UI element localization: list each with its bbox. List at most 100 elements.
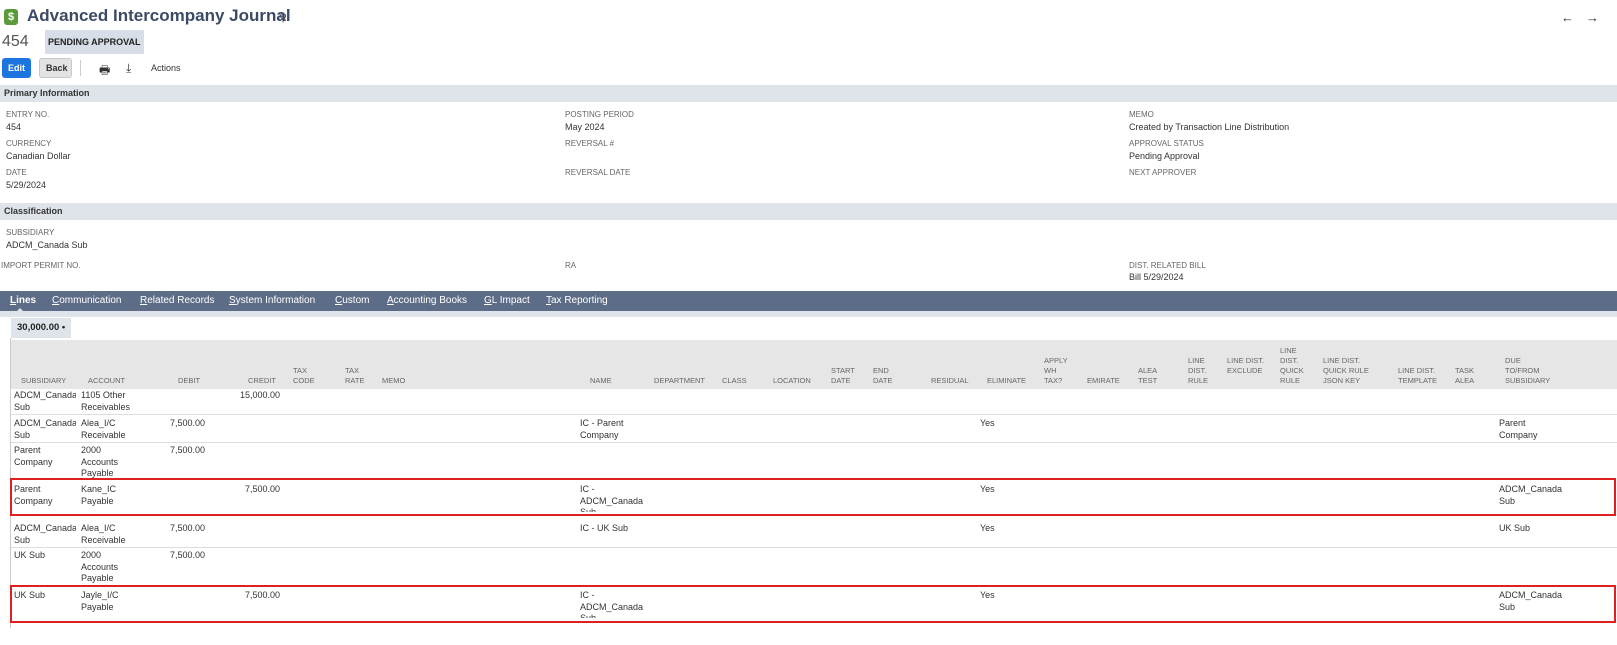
import-permit-label: IMPORT PERMIT NO. — [1, 261, 81, 270]
col-name[interactable]: NAME — [590, 376, 612, 386]
next-approver-label: NEXT APPROVER — [1129, 168, 1197, 177]
col-emirate[interactable]: EMIRATE — [1087, 376, 1120, 386]
tab-tax-reporting-label: ax Reporting — [551, 295, 608, 306]
col-eliminate[interactable]: ELIMINATE — [987, 376, 1026, 386]
col-line-dist-quick-rule[interactable]: LINE DIST. QUICK RULE — [1280, 346, 1310, 386]
approval-status-label: APPROVAL STATUS — [1129, 139, 1204, 148]
row-5-subsidiary: UK Sub — [14, 550, 46, 560]
export-icon[interactable]: ⤓ — [126, 61, 131, 76]
row-3-name[interactable]: IC - ADCM_Canada Sub — [580, 484, 644, 512]
col-apply-wh-tax[interactable]: APPLY WH TAX? — [1044, 356, 1070, 386]
row-1-subsidiary: ADCM_Canada Sub — [14, 418, 76, 440]
col-department[interactable]: DEPARTMENT — [654, 376, 705, 386]
col-memo[interactable]: MEMO — [382, 376, 405, 386]
row-4-subsidiary: ADCM_Canada Sub — [14, 523, 76, 545]
page-title: Advanced Intercompany Journal — [27, 6, 291, 25]
col-line-dist-rule[interactable]: LINE DIST. RULE — [1188, 356, 1214, 386]
row-4-due: UK Sub — [1499, 523, 1531, 533]
col-line-dist-template[interactable]: LINE DIST. TEMPLATE — [1398, 366, 1442, 386]
posting-period-label: POSTING PERIOD — [565, 110, 634, 119]
col-task-alea[interactable]: TASK ALEA — [1455, 366, 1481, 386]
subsidiary-label: SUBSIDIARY — [6, 228, 55, 237]
subtab-underbar — [0, 311, 1617, 317]
row-0-subsidiary: ADCM_Canada Sub — [14, 390, 76, 412]
col-credit[interactable]: CREDIT — [248, 376, 276, 386]
row-2-subsidiary: Parent Company — [14, 445, 53, 467]
record-type-icon: $ — [4, 9, 18, 25]
col-subsidiary[interactable]: SUBSIDIARY — [21, 376, 66, 386]
tab-related-records[interactable]: Related Records — [140, 295, 215, 306]
toolbar-divider — [80, 60, 81, 76]
row-5-debit: 7,500.00 — [169, 550, 205, 560]
entry-no-label: ENTRY NO. — [6, 110, 50, 119]
col-debit[interactable]: DEBIT — [178, 376, 200, 386]
row-5-account[interactable]: 2000 Accounts Payable — [81, 550, 125, 585]
row-3-account[interactable]: Kane_IC Payable — [81, 484, 121, 507]
classification-section[interactable]: Classification — [0, 203, 1617, 220]
entry-no-value: 454 — [6, 122, 22, 132]
currency-value: Canadian Dollar — [6, 151, 71, 161]
col-due-to-from-subsidiary[interactable]: DUE TO/FROM SUBSIDIARY — [1505, 356, 1555, 386]
tab-gl-impact[interactable]: GL Impact — [484, 295, 530, 306]
primary-info-section[interactable]: Primary Information — [0, 85, 1617, 102]
row-2-account[interactable]: 2000 Accounts Payable — [81, 445, 125, 478]
col-location[interactable]: LOCATION — [773, 376, 811, 386]
col-tax-rate[interactable]: TAX RATE — [345, 366, 369, 386]
edit-button[interactable]: Edit — [2, 58, 31, 78]
tab-tax-reporting[interactable]: Tax Reporting — [546, 295, 608, 306]
row-1-eliminate: Yes — [980, 418, 995, 428]
dist-related-bill-link[interactable]: Bill 5/29/2024 — [1129, 272, 1184, 282]
tab-system-information-mnemonic: S — [229, 295, 236, 306]
row-6-name[interactable]: IC - ADCM_Canada Sub — [580, 590, 644, 618]
row-4-debit: 7,500.00 — [169, 523, 205, 533]
col-alea-test[interactable]: ALEA TEST — [1138, 366, 1162, 386]
print-icon[interactable]: 🖶 — [99, 61, 110, 82]
row-1-name[interactable]: IC - Parent Company — [580, 418, 638, 441]
tab-lines[interactable]: Lines — [10, 295, 36, 306]
row-6-account[interactable]: Jayle_I/C Payable — [81, 590, 125, 613]
tab-system-information[interactable]: System Information — [229, 295, 315, 306]
currency-label: CURRENCY — [6, 139, 52, 148]
row-divider — [11, 414, 1617, 415]
tab-communication-label: ommunication — [59, 295, 122, 306]
col-tax-code[interactable]: TAX CODE — [293, 366, 317, 386]
memo-label: MEMO — [1129, 110, 1154, 119]
col-line-dist-json-key[interactable]: LINE DIST. QUICK RULE JSON KEY — [1323, 356, 1375, 386]
reversal-number-label: REVERSAL # — [565, 139, 615, 148]
tab-system-information-label: ystem Information — [235, 295, 316, 306]
record-nav-arrows[interactable]: ←→ — [1561, 10, 1611, 25]
tab-gl-impact-mnemonic: G — [484, 295, 492, 306]
dist-related-bill-label: DIST. RELATED BILL — [1129, 261, 1206, 270]
tab-custom[interactable]: Custom — [335, 295, 369, 306]
tab-accounting-books[interactable]: Accounting Books — [387, 295, 467, 306]
row-1-debit: 7,500.00 — [169, 418, 205, 428]
date-value: 5/29/2024 — [6, 180, 47, 190]
row-3-subsidiary: Parent Company — [14, 484, 53, 506]
tab-accounting-books-mnemonic: A — [387, 295, 394, 306]
col-end-date[interactable]: END DATE — [873, 366, 897, 386]
row-6-credit: 7,500.00 — [244, 590, 280, 600]
approval-status-value: Pending Approval — [1129, 151, 1200, 161]
tab-accounting-books-label: ccounting Books — [393, 295, 468, 306]
row-4-name[interactable]: IC - UK Sub — [580, 523, 660, 535]
row-3-credit: 7,500.00 — [244, 484, 280, 494]
row-4-eliminate: Yes — [980, 523, 995, 533]
posting-period-value: May 2024 — [565, 122, 605, 132]
search-icon[interactable]: ⚲ — [279, 11, 287, 24]
lines-total-subtab[interactable]: 30,000.00 • — [11, 318, 71, 338]
row-0-credit: 15,000.00 — [239, 390, 280, 400]
col-residual[interactable]: RESIDUAL — [931, 376, 969, 386]
col-start-date[interactable]: START DATE — [831, 366, 857, 386]
reversal-date-label: REVERSAL DATE — [565, 168, 631, 177]
entry-number: 454 — [2, 33, 29, 50]
col-account[interactable]: ACCOUNT — [88, 376, 125, 386]
col-line-dist-exclude[interactable]: LINE DIST. EXCLUDE — [1227, 356, 1267, 376]
back-button[interactable]: Back — [39, 58, 72, 78]
actions-menu[interactable]: Actions — [151, 63, 181, 73]
tab-communication[interactable]: Communication — [52, 295, 122, 306]
col-class[interactable]: CLASS — [722, 376, 747, 386]
row-0-account[interactable]: 1105 Other Receivables — [81, 390, 141, 413]
ra-label: RA — [565, 261, 577, 270]
tab-gl-impact-label: L Impact — [491, 295, 530, 306]
subsidiary-value: ADCM_Canada Sub — [6, 240, 88, 250]
